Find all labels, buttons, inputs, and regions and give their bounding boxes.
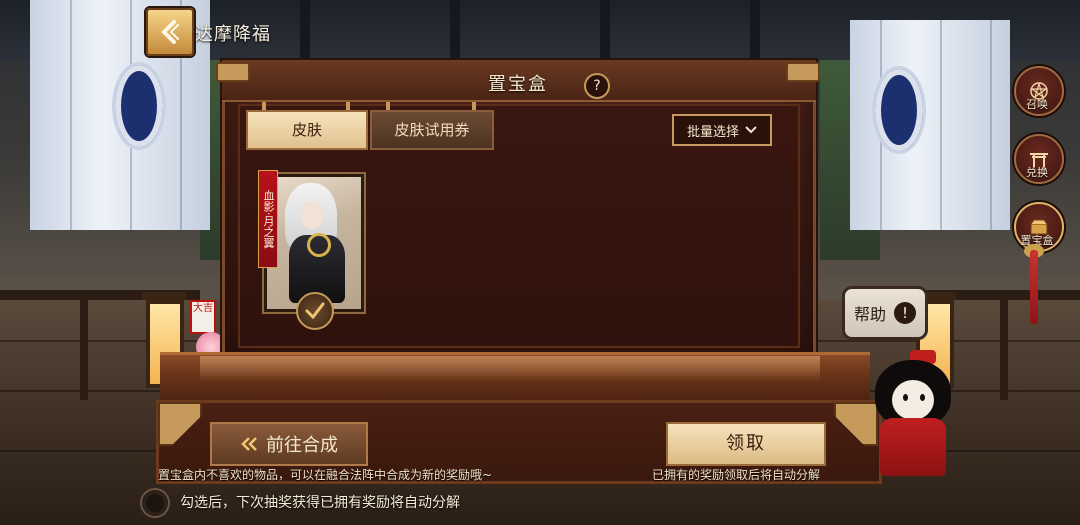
- red-tassel: [1030, 250, 1038, 324]
- tab-skin[interactable]: 皮肤: [246, 110, 368, 150]
- skin-item-card[interactable]: 血影·月之翼: [258, 170, 364, 312]
- family-crest-left: [112, 62, 166, 150]
- corner-ornament: [216, 62, 250, 82]
- batch-select-button[interactable]: 批量选择: [672, 114, 772, 146]
- claim-button[interactable]: 领取: [666, 422, 826, 466]
- railing-post: [1000, 290, 1008, 400]
- mascot-eye: [920, 394, 925, 401]
- merge-hint-text: 置宝盒内不喜欢的物品，可以在融合法阵中合成为新的奖励哦~: [158, 468, 493, 482]
- panel-title: 置宝盒: [488, 74, 548, 95]
- back-button[interactable]: [146, 8, 194, 56]
- railing-post: [80, 290, 88, 400]
- help-label: 帮助: [853, 305, 886, 324]
- exchange-label: 兑换: [1026, 166, 1048, 179]
- double-chevron-left-icon: [241, 437, 257, 451]
- character-face: [301, 201, 323, 229]
- skin-name-banner: 血影·月之翼: [258, 170, 278, 268]
- checkmark-icon: [305, 302, 325, 320]
- selected-check-badge[interactable]: [296, 292, 334, 330]
- chevron-down-icon: [745, 126, 757, 134]
- tab-skin-trial-voucher[interactable]: 皮肤试用券: [370, 110, 494, 150]
- ceiling-beam: [750, 0, 760, 60]
- chevron-left-icon: [161, 20, 179, 44]
- batch-select-label: 批量选择: [686, 124, 739, 140]
- help-question-button[interactable]: ?: [584, 73, 610, 99]
- mascot-body: [880, 418, 946, 476]
- mascot-face: [892, 380, 934, 420]
- mascot-eye: [903, 394, 908, 401]
- help-bubble-button[interactable]: 帮助 !: [842, 286, 928, 340]
- auto-decompose-label: 勾选后，下次抽奖获得已拥有奖励将自动分解: [180, 495, 460, 511]
- page-title: 达摩降福: [195, 24, 271, 45]
- summon-label: 召唤: [1026, 98, 1048, 111]
- ceiling-beam: [450, 0, 460, 60]
- lantern-cap: [142, 292, 186, 300]
- fortune-sign: 大吉: [190, 300, 216, 334]
- ceiling-beam: [300, 0, 310, 60]
- exclamation-icon: !: [894, 302, 916, 324]
- character-ornament: [307, 233, 331, 257]
- goto-merge-label: 前往合成: [266, 435, 338, 456]
- stage-glow: [200, 356, 820, 382]
- claim-hint-text: 已拥有的奖励领取后将自动分解: [652, 468, 821, 482]
- auto-decompose-checkbox[interactable]: [140, 488, 170, 518]
- corner-ornament: [786, 62, 820, 82]
- goto-merge-button[interactable]: 前往合成: [210, 422, 368, 466]
- ceiling-beam: [600, 0, 610, 60]
- family-crest-right: [872, 66, 926, 154]
